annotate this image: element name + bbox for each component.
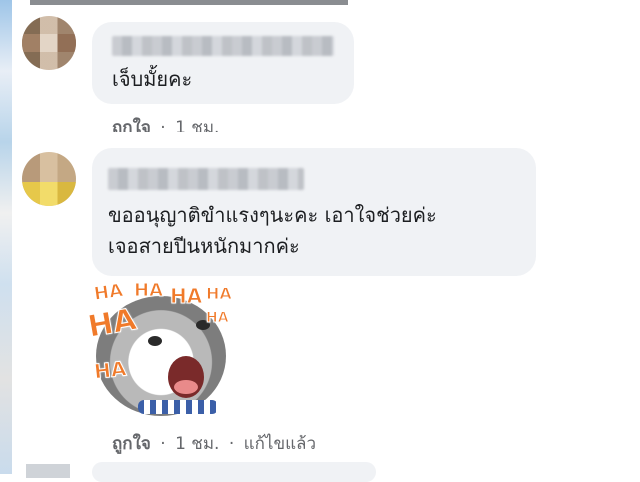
- cat-eye: [148, 336, 162, 346]
- ha-text: HA: [134, 280, 164, 302]
- like-link[interactable]: ถูกใจ: [112, 114, 151, 132]
- author-name-blurred[interactable]: [112, 36, 334, 56]
- separator: ·: [160, 434, 166, 454]
- author-name-blurred[interactable]: [108, 168, 304, 190]
- separator: ·: [228, 434, 235, 454]
- comment-actions: ถูกใจ · 1 ชม. · แก้ไขแล้ว: [112, 430, 316, 457]
- cat-tongue: [174, 380, 198, 394]
- ha-text: HA: [92, 356, 128, 384]
- ha-text: HA: [92, 280, 125, 306]
- edited-label: แก้ไขแล้ว: [243, 434, 317, 454]
- ha-text: HA: [206, 284, 233, 304]
- comment-actions: ถูกใจ · 1 ชม.: [112, 114, 219, 132]
- avatar[interactable]: [26, 464, 70, 478]
- background-strip: [0, 0, 12, 474]
- comment-text: ขออนุญาติขำแรงๆนะคะ เอาใจช่วยค่ะ เจอสายป…: [108, 200, 437, 262]
- avatar[interactable]: [22, 16, 76, 70]
- comment-line: เจ็บมั้ยคะ: [112, 67, 193, 91]
- timestamp[interactable]: 1 ชม.: [175, 430, 219, 457]
- top-divider: [30, 0, 348, 5]
- avatar[interactable]: [22, 152, 76, 206]
- comment-line: เจอสายปีนหนักมากค่ะ: [108, 234, 300, 258]
- ha-text: HA: [169, 284, 203, 309]
- laughing-cat-sticker[interactable]: HA HA HA HA HA HA HA: [85, 276, 238, 422]
- ha-text: HA: [206, 310, 230, 327]
- separator: ·: [160, 118, 166, 132]
- comment-text: เจ็บมั้ยคะ: [112, 64, 192, 95]
- comment-bubble: [92, 462, 376, 482]
- timestamp[interactable]: 1 ชม.: [175, 114, 219, 132]
- like-link[interactable]: ถูกใจ: [112, 430, 151, 457]
- cat-collar: [138, 400, 218, 414]
- comment-line: ขออนุญาติขำแรงๆนะคะ เอาใจช่วยค่ะ: [108, 203, 437, 227]
